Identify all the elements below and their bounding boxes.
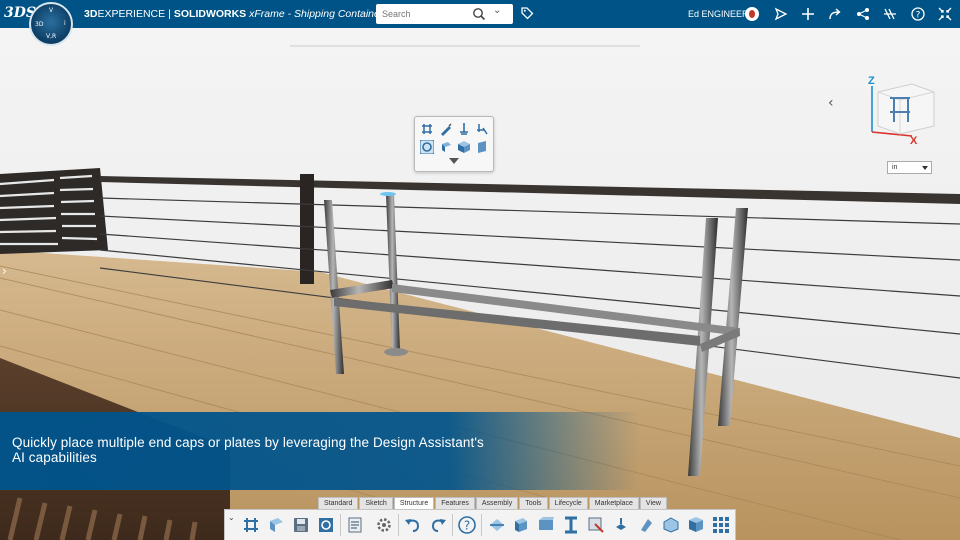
compass-left-label: 3D: [35, 21, 44, 28]
trim-extend-icon[interactable]: [586, 515, 606, 535]
structure-system-icon[interactable]: [420, 122, 434, 136]
expand-panel-icon[interactable]: ›: [2, 264, 7, 278]
compass-widget[interactable]: V 3D i V,R: [29, 2, 73, 46]
properties-icon[interactable]: [345, 515, 365, 535]
end-cap-icon[interactable]: [511, 515, 531, 535]
tab-sketch[interactable]: Sketch: [359, 497, 393, 509]
undo-icon[interactable]: [403, 515, 423, 535]
brand-prefix: 3D: [84, 8, 98, 20]
action-bar: ⌄ ?: [224, 509, 736, 540]
divider: [340, 514, 341, 536]
divider: [398, 514, 399, 536]
plate-icon[interactable]: [475, 140, 489, 154]
structure-system-icon[interactable]: [241, 515, 261, 535]
action-bar-tabs: Standard Sketch Structure Features Assem…: [318, 497, 668, 509]
context-toolbar: [414, 116, 494, 172]
corner-treatment-icon[interactable]: [487, 515, 507, 535]
compass-right-label: i: [64, 20, 66, 27]
gusset-icon[interactable]: [536, 515, 556, 535]
tab-view[interactable]: View: [639, 497, 667, 509]
redo-icon[interactable]: [428, 515, 448, 535]
units-value: in: [892, 164, 898, 171]
tag-icon[interactable]: [520, 6, 534, 20]
network-share-icon[interactable]: [853, 4, 873, 24]
user-avatar[interactable]: [745, 7, 759, 21]
divider: [452, 514, 453, 536]
divider: [481, 514, 482, 536]
chevron-down-icon[interactable]: ⌄: [228, 513, 235, 522]
tab-marketplace[interactable]: Marketplace: [588, 497, 639, 509]
member-icon[interactable]: [266, 515, 286, 535]
chevron-down-icon: [922, 166, 928, 170]
save-icon[interactable]: [291, 515, 311, 535]
axis-x-label: X: [910, 135, 918, 144]
title-separator: |: [168, 8, 171, 20]
app-name: SOLIDWORKS: [173, 8, 247, 20]
view-cube[interactable]: Z X: [864, 72, 940, 144]
search-input[interactable]: [376, 4, 468, 24]
brand-experience: EXPERIENCE: [97, 8, 166, 20]
axis-z-label: Z: [868, 75, 875, 87]
search-scope-chevron-icon[interactable]: ⌄: [493, 5, 501, 16]
search-icon[interactable]: [472, 7, 486, 21]
caption-text: Quickly place multiple end caps or plate…: [12, 435, 484, 465]
plate-icon[interactable]: [661, 515, 681, 535]
cut-list-icon[interactable]: [611, 515, 631, 535]
add-icon[interactable]: [798, 4, 818, 24]
grid-icon[interactable]: [711, 515, 731, 535]
add-plate-icon[interactable]: [475, 122, 489, 136]
tab-structure[interactable]: Structure: [393, 497, 435, 509]
cube-icon[interactable]: [457, 140, 471, 154]
search-box: ⌄: [376, 4, 513, 24]
chevron-left-icon[interactable]: ‹: [828, 95, 834, 111]
tab-assembly[interactable]: Assembly: [475, 497, 519, 509]
help-icon[interactable]: ?: [908, 4, 928, 24]
design-assistant-icon[interactable]: [420, 140, 434, 154]
collapse-icon[interactable]: [935, 4, 955, 24]
compass-top-label: V: [49, 7, 54, 14]
end-cap-icon[interactable]: [457, 122, 471, 136]
pattern-icon[interactable]: [686, 515, 706, 535]
top-bar: 3DS 3DEXPERIENCE | SOLIDWORKS xFrame - Shi…: [0, 0, 960, 28]
sketch-pencil-icon[interactable]: [439, 122, 453, 136]
tools-icon[interactable]: [880, 4, 900, 24]
options-gear-icon[interactable]: [374, 515, 394, 535]
app-title[interactable]: 3DEXPERIENCE | SOLIDWORKS xFrame - Shippin…: [84, 8, 397, 20]
tab-lifecycle[interactable]: Lifecycle: [548, 497, 588, 509]
tab-standard[interactable]: Standard: [318, 497, 359, 509]
user-name[interactable]: Ed ENGINEER: [688, 9, 749, 19]
weldment-profile-icon[interactable]: [561, 515, 581, 535]
rebuild-icon[interactable]: [316, 515, 336, 535]
forward-icon[interactable]: [825, 4, 845, 24]
svg-text:?: ?: [916, 11, 921, 21]
share-icon[interactable]: [771, 4, 791, 24]
help-icon[interactable]: ?: [457, 515, 477, 535]
caption-banner: Quickly place multiple end caps or plate…: [0, 412, 640, 490]
chevron-down-icon[interactable]: [449, 158, 459, 164]
svg-text:?: ?: [464, 519, 470, 533]
tab-features[interactable]: Features: [435, 497, 475, 509]
document-name: xFrame - Shipping Container: [249, 8, 384, 20]
tab-tools[interactable]: Tools: [519, 497, 548, 509]
compass-bottom-label: V,R: [46, 33, 57, 40]
units-select[interactable]: in: [887, 161, 932, 174]
profile-icon[interactable]: [439, 140, 453, 154]
connection-icon[interactable]: [636, 515, 656, 535]
